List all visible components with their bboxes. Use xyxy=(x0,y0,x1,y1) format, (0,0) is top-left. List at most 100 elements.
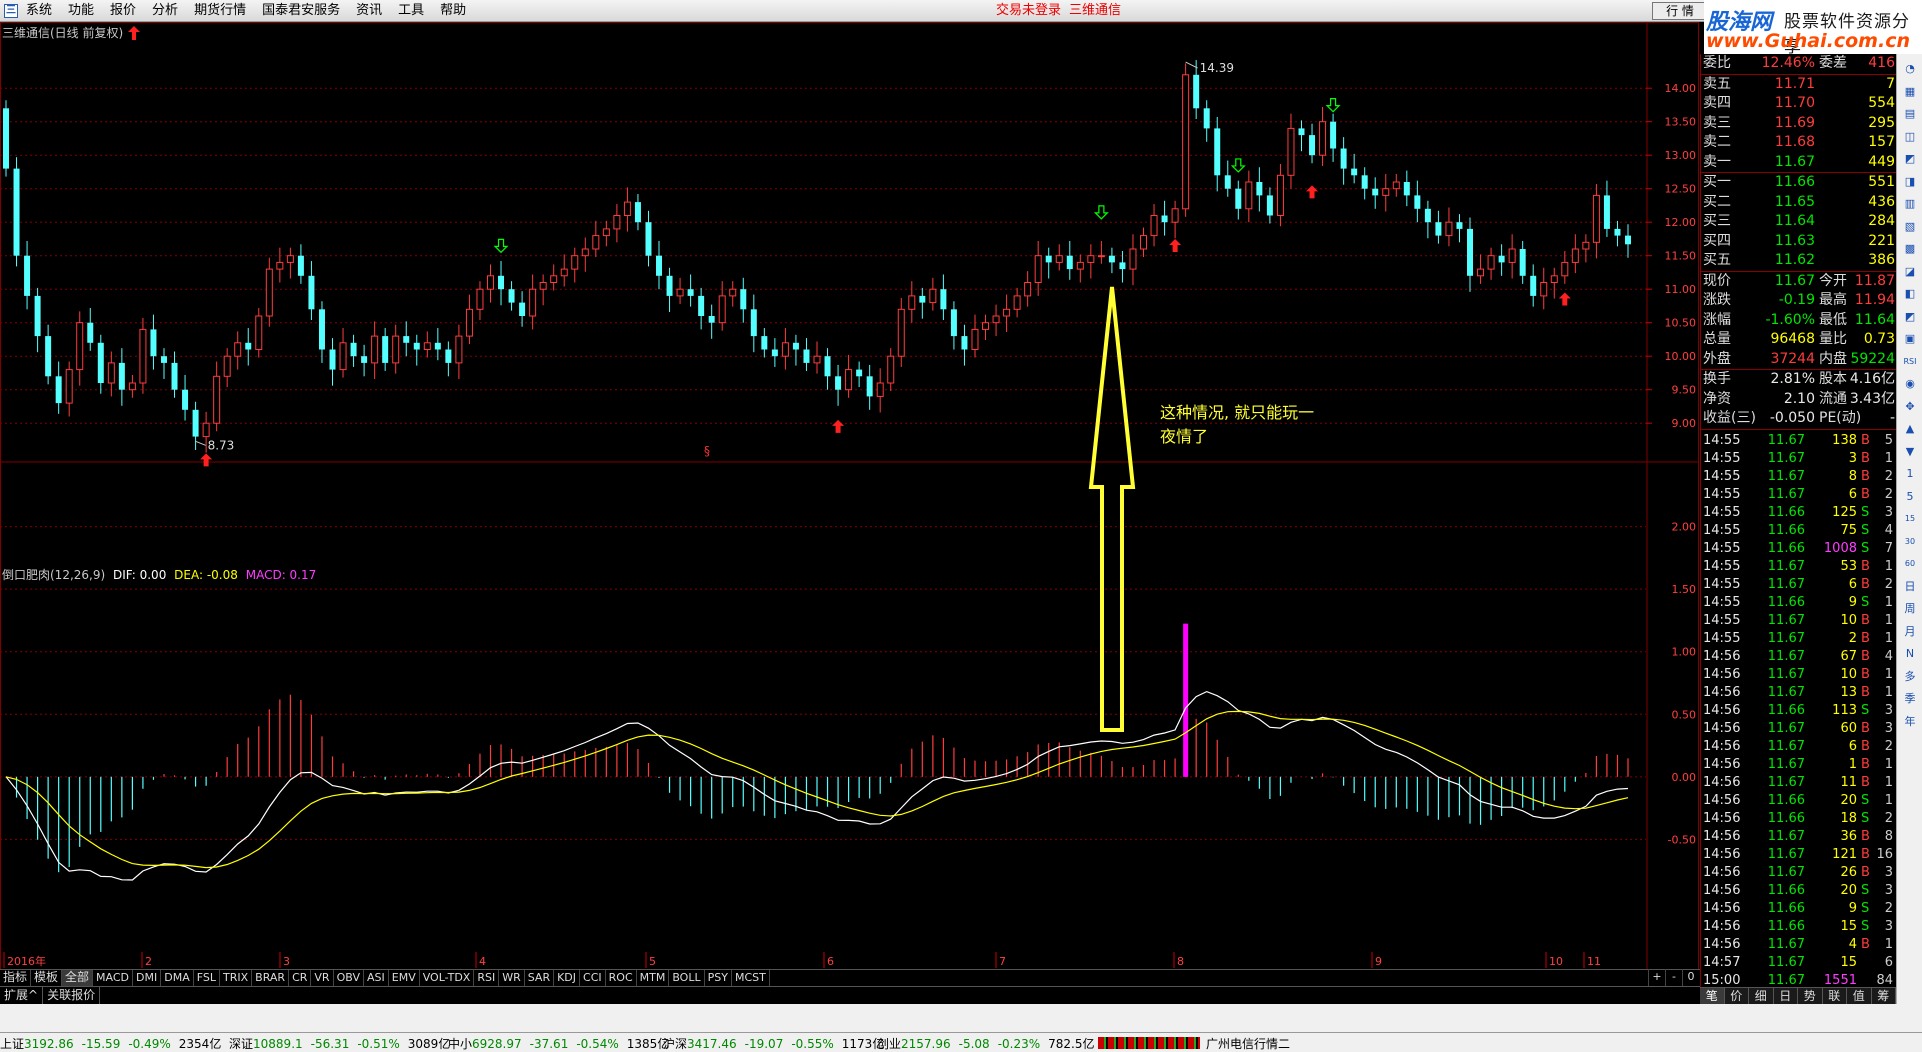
toolbar-button-0[interactable]: ◔ xyxy=(1900,60,1920,78)
chart-area[interactable]: 14.00 13.50 13.00 12.50 12.00 11.50 11.00 10.50… xyxy=(0,22,1700,991)
fund-row-0[interactable]: 换手 2.81% 股本 4.16亿 xyxy=(1701,370,1897,389)
toolbar-button-19[interactable]: 5 xyxy=(1900,488,1920,506)
quote-button[interactable]: 行 情 xyxy=(1652,2,1708,20)
indicator-tab-sar[interactable]: SAR xyxy=(525,970,555,986)
toolbar-button-23[interactable]: 日 xyxy=(1900,578,1920,596)
index-sz[interactable]: 深证10889.1 -56.31 -0.51% 3089亿 xyxy=(229,1035,450,1052)
chart-canvas[interactable]: 14.00 13.50 13.00 12.50 12.00 11.50 11.00 10.50… xyxy=(0,22,1700,972)
indicator-tab-rsi[interactable]: RSI xyxy=(474,970,500,986)
toolbar-button-16[interactable]: ▲ xyxy=(1900,420,1920,438)
toolbar-button-10[interactable]: ◧ xyxy=(1900,285,1920,303)
indicator-tab-mcst[interactable]: MCST xyxy=(732,970,770,986)
fund-row-2[interactable]: 收益(三) -0.050 PE(动) - xyxy=(1701,409,1897,428)
zoom-btn-2[interactable]: 0 xyxy=(1682,969,1699,986)
toolbar-button-11[interactable]: ◩ xyxy=(1900,308,1920,326)
menu-item-3[interactable]: 分析 xyxy=(152,0,178,22)
toolbar-button-29[interactable]: 年 xyxy=(1900,713,1920,731)
login-status[interactable]: 交易未登录 xyxy=(996,0,1061,22)
toolbar-button-1[interactable]: ▦ xyxy=(1900,83,1920,101)
toolbar-button-22[interactable]: 60 xyxy=(1900,555,1920,573)
toolbar-button-25[interactable]: 月 xyxy=(1900,623,1920,641)
panel-tab-4[interactable]: 势 xyxy=(1798,988,1823,1004)
stat-row-3[interactable]: 总量 96468 量比 0.73 xyxy=(1701,330,1897,349)
index-zx[interactable]: 中小6928.97 -37.61 -0.54% 1385亿 xyxy=(448,1035,669,1052)
menu-item-7[interactable]: 工具 xyxy=(398,0,424,22)
indicator-tab-mtm[interactable]: MTM xyxy=(637,970,670,986)
indicator-tab-psy[interactable]: PSY xyxy=(705,970,732,986)
index-cy[interactable]: 创业2157.96 -5.08 -0.23% 782.5亿 xyxy=(877,1035,1095,1052)
menu-item-5[interactable]: 国泰君安服务 xyxy=(262,0,340,22)
bid-row-5[interactable]: 买五 11.62 386 xyxy=(1701,251,1897,270)
toolbar-button-18[interactable]: 1 xyxy=(1900,465,1920,483)
bid-row-3[interactable]: 买三 11.64 284 xyxy=(1701,212,1897,231)
bid-row-4[interactable]: 买四 11.63 221 xyxy=(1701,232,1897,251)
indicator-tab-vr[interactable]: VR xyxy=(311,970,334,986)
ask-row-4[interactable]: 卖四 11.70 554 xyxy=(1701,94,1897,113)
panel-tab-2[interactable]: 细 xyxy=(1749,988,1774,1004)
menu-item-6[interactable]: 资讯 xyxy=(356,0,382,22)
toolbar-button-21[interactable]: 30 xyxy=(1900,533,1920,551)
ask-row-2[interactable]: 卖二 11.68 157 xyxy=(1701,133,1897,152)
toolbar-button-3[interactable]: ◫ xyxy=(1900,128,1920,146)
indicator-tab-asi[interactable]: ASI xyxy=(364,970,389,986)
ask-row-1[interactable]: 卖一 11.67 449 xyxy=(1701,153,1897,172)
toolbar-button-26[interactable]: N xyxy=(1900,645,1920,663)
ask-row-3[interactable]: 卖三 11.69 295 xyxy=(1701,114,1897,133)
bid-row-2[interactable]: 买二 11.65 436 xyxy=(1701,193,1897,212)
toolbar-button-9[interactable]: ◪ xyxy=(1900,263,1920,281)
indicator-tab-kdj[interactable]: KDJ xyxy=(554,970,581,986)
indicator-tab-cr[interactable]: CR xyxy=(289,970,312,986)
toolbar-button-7[interactable]: ▧ xyxy=(1900,218,1920,236)
bottom-tab-1[interactable]: 关联报价 xyxy=(43,987,101,1004)
zoom-btn-1[interactable]: - xyxy=(1665,969,1682,986)
indicator-tab-macd[interactable]: MACD xyxy=(93,970,134,986)
toolbar-button-28[interactable]: 季 xyxy=(1900,690,1920,708)
toolbar-button-24[interactable]: 周 xyxy=(1900,600,1920,618)
toolbar-button-8[interactable]: ▩ xyxy=(1900,240,1920,258)
stat-row-1[interactable]: 涨跌 -0.19 最高 11.94 xyxy=(1701,291,1897,310)
stat-row-2[interactable]: 涨幅 -1.60% 最低 11.64 xyxy=(1701,311,1897,330)
menu-item-1[interactable]: 功能 xyxy=(68,0,94,22)
indicator-tab-模板[interactable]: 模板 xyxy=(31,970,63,986)
bid-row-1[interactable]: 买一 11.66 551 xyxy=(1701,173,1897,192)
panel-tab-6[interactable]: 值 xyxy=(1847,988,1872,1004)
indicator-tab-wr[interactable]: WR xyxy=(499,970,525,986)
menu-item-8[interactable]: 帮助 xyxy=(440,0,466,22)
fund-row-1[interactable]: 净资 2.10 流通 3.43亿 xyxy=(1701,390,1897,409)
indicator-tab-vol-tdx[interactable]: VOL-TDX xyxy=(420,970,475,986)
stat-row-4[interactable]: 外盘 37244 内盘 59224 xyxy=(1701,350,1897,369)
menu-item-0[interactable]: 系统 xyxy=(26,0,52,22)
toolbar-button-5[interactable]: ◨ xyxy=(1900,173,1920,191)
server-name[interactable]: 广州电信行情二 xyxy=(1206,1035,1290,1052)
toolbar-button-4[interactable]: ◩ xyxy=(1900,150,1920,168)
indicator-tab-emv[interactable]: EMV xyxy=(389,970,420,986)
toolbar-button-6[interactable]: ▥ xyxy=(1900,195,1920,213)
panel-tab-1[interactable]: 价 xyxy=(1725,988,1749,1004)
indicator-tab-fsl[interactable]: FSL xyxy=(194,970,220,986)
ask-row-5[interactable]: 卖五 11.71 7 xyxy=(1701,75,1897,94)
toolbar-button-14[interactable]: ◉ xyxy=(1900,375,1920,393)
toolbar-button-20[interactable]: 15 xyxy=(1900,510,1920,528)
toolbar-button-2[interactable]: ▤ xyxy=(1900,105,1920,123)
menu-item-4[interactable]: 期货行情 xyxy=(194,0,246,22)
zoom-btn-0[interactable]: + xyxy=(1648,969,1665,986)
toolbar-button-17[interactable]: ▼ xyxy=(1900,443,1920,461)
indicator-tab-trix[interactable]: TRIX xyxy=(220,970,253,986)
stat-row-0[interactable]: 现价 11.67 今开 11.87 xyxy=(1701,272,1897,291)
indicator-tab-obv[interactable]: OBV xyxy=(334,970,364,986)
toolbar-button-27[interactable]: 多 xyxy=(1900,668,1920,686)
indicator-tab-brar[interactable]: BRAR xyxy=(252,970,290,986)
indicator-tab-dma[interactable]: DMA xyxy=(161,970,194,986)
panel-tab-7[interactable]: 筹 xyxy=(1872,988,1896,1004)
indicator-tab-boll[interactable]: BOLL xyxy=(669,970,705,986)
indicator-tab-全部[interactable]: 全部 xyxy=(62,970,94,986)
bottom-tab-0[interactable]: 扩展^ xyxy=(0,987,44,1004)
indicator-tab-指标[interactable]: 指标 xyxy=(0,970,32,986)
indicator-tab-cci[interactable]: CCI xyxy=(580,970,606,986)
toolbar-button-15[interactable]: ✥ xyxy=(1900,398,1920,416)
indicator-tab-dmi[interactable]: DMI xyxy=(133,970,162,986)
order-ratio-row[interactable]: 委比 12.46% 委差 416 xyxy=(1701,54,1897,73)
panel-tab-5[interactable]: 联 xyxy=(1823,988,1847,1004)
index-sh[interactable]: 上证3192.86 -15.59 -0.49% 2354亿 xyxy=(0,1035,221,1052)
menu-item-2[interactable]: 报价 xyxy=(110,0,136,22)
